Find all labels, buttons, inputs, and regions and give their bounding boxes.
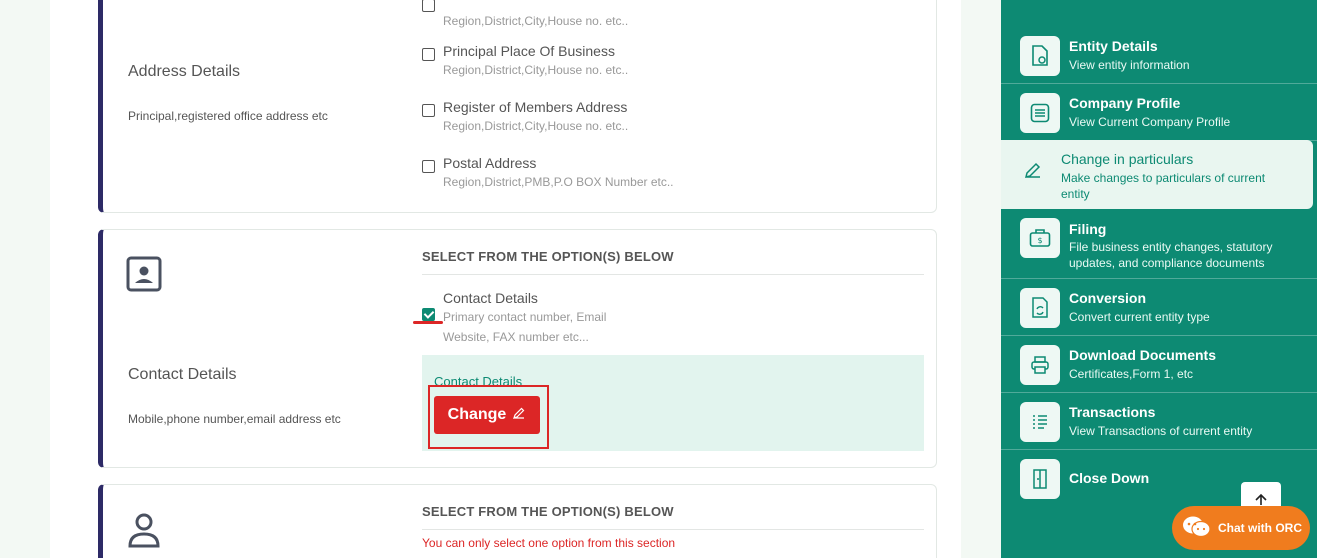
single-option-warning: You can only select one option from this… (422, 536, 676, 550)
conversion-icon (1020, 288, 1060, 328)
address-details-title: Address Details (128, 63, 241, 80)
chat-button[interactable]: Chat with ORC (1172, 506, 1310, 550)
checkbox[interactable] (422, 48, 435, 61)
edit-icon (1013, 150, 1053, 190)
sidebar-item-download-documents[interactable]: Download Documents Certificates,Form 1, … (1001, 336, 1317, 393)
checkbox[interactable] (422, 0, 435, 12)
contact-card-icon (126, 256, 162, 297)
annotation-underline (413, 321, 443, 324)
sidebar-item-change-in-particulars[interactable]: Change in particulars Make changes to pa… (1001, 140, 1313, 209)
checkbox[interactable] (422, 160, 435, 173)
checkbox-checked[interactable] (422, 308, 435, 321)
select-options-heading-2: SELECT FROM THE OPTION(S) BELOW (422, 504, 924, 530)
sidebar-item-company-profile[interactable]: Company Profile View Current Company Pro… (1001, 84, 1317, 141)
contact-details-subtitle: Mobile,phone number,email address etc (128, 412, 341, 426)
address-details-subtitle: Principal,registered office address etc (128, 109, 328, 123)
sidebar-item-entity-details[interactable]: Entity Details View entity information (1001, 27, 1317, 84)
close-down-icon (1020, 459, 1060, 499)
annotation-highlight-box (428, 385, 549, 449)
select-options-heading: SELECT FROM THE OPTION(S) BELOW (422, 249, 924, 275)
checkbox[interactable] (422, 104, 435, 117)
contact-details-title: Contact Details (128, 366, 237, 383)
svg-text:$: $ (1037, 236, 1042, 245)
briefcase-icon: $ (1020, 218, 1060, 258)
printer-icon (1020, 345, 1060, 385)
sidebar-item-transactions[interactable]: Transactions View Transactions of curren… (1001, 393, 1317, 450)
sidebar-item-conversion[interactable]: Conversion Convert current entity type (1001, 279, 1317, 336)
document-icon (1020, 36, 1060, 76)
transactions-icon (1020, 402, 1060, 442)
list-icon (1020, 93, 1060, 133)
chat-icon (1182, 514, 1212, 543)
sidebar-item-filing[interactable]: $ Filing File business entity changes, s… (1001, 212, 1317, 279)
person-icon (127, 512, 161, 553)
